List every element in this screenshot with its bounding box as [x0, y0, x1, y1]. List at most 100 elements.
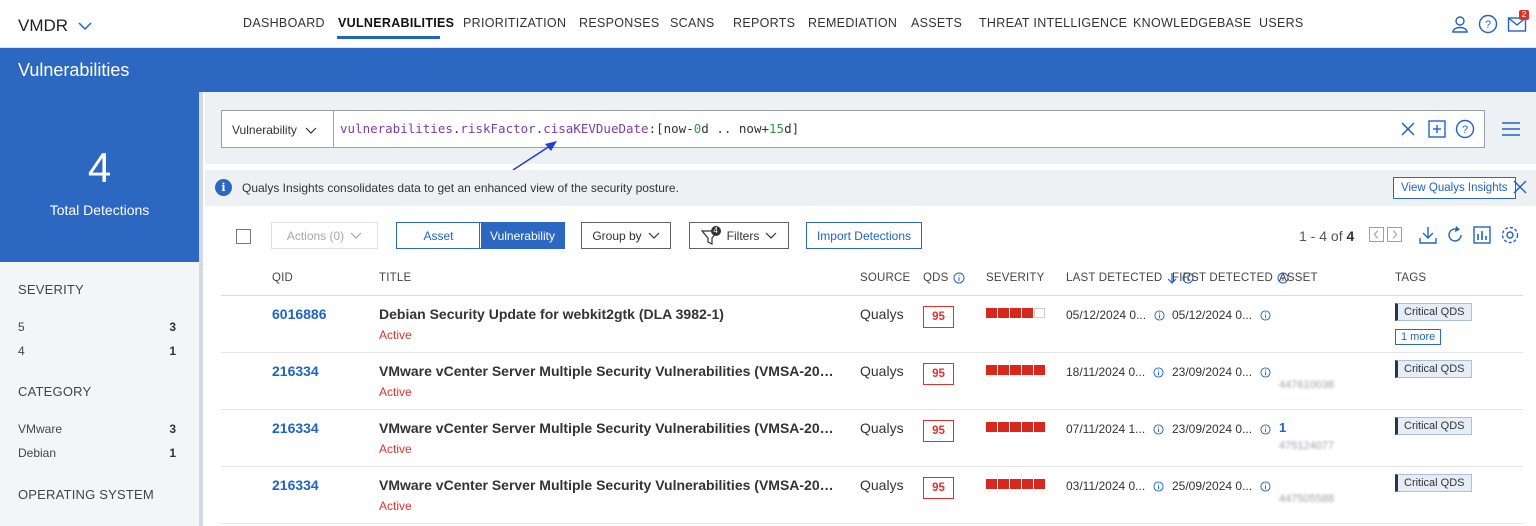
info-circle-icon — [1154, 309, 1165, 321]
qid-link[interactable]: 216334 — [272, 420, 319, 436]
help-icon[interactable]: ? — [1478, 14, 1498, 39]
info-circle-icon — [1153, 480, 1164, 492]
refresh-icon[interactable] — [1445, 225, 1465, 245]
table-row[interactable]: 216334 VMware vCenter Server Multiple Se… — [221, 467, 1523, 524]
app-switcher[interactable]: VMDR — [18, 16, 92, 36]
nav-prioritization[interactable]: PRIORITIZATION — [463, 16, 566, 30]
column-header-qid[interactable]: QID — [272, 272, 293, 284]
filters-dropdown[interactable]: 4 Filters — [689, 222, 789, 249]
nav-users[interactable]: USERS — [1259, 16, 1304, 30]
facet-row-severity-4[interactable]: 4 1 — [18, 344, 176, 358]
column-header-first-detected[interactable]: FIRST DETECTED — [1172, 272, 1289, 284]
column-header-qds[interactable]: QDS — [923, 272, 965, 284]
active-nav-indicator — [337, 36, 440, 39]
pagination-total: 4 — [1346, 228, 1355, 244]
facet-count: 1 — [169, 446, 176, 460]
report-chart-icon[interactable] — [1472, 225, 1492, 245]
nav-assets[interactable]: ASSETS — [911, 16, 962, 30]
nav-reports[interactable]: REPORTS — [733, 16, 795, 30]
table-row[interactable]: 216334 VMware vCenter Server Multiple Se… — [221, 410, 1523, 467]
app-name: VMDR — [18, 16, 69, 35]
facet-count: 3 — [169, 422, 176, 436]
tag-critical-qds[interactable]: Critical QDS — [1395, 417, 1472, 435]
notifications-icon[interactable]: 2 — [1507, 10, 1529, 39]
info-circle-icon — [1260, 423, 1271, 435]
select-all-checkbox[interactable] — [236, 229, 251, 244]
nav-threat-intelligence[interactable]: THREAT INTELLIGENCE — [979, 16, 1127, 30]
last-detected-date: 05/12/2024 0... — [1066, 308, 1165, 322]
more-tags-button[interactable]: 1 more — [1395, 329, 1442, 345]
last-detected-date: 07/11/2024 1... — [1066, 422, 1164, 436]
add-query-icon[interactable] — [1427, 119, 1447, 139]
qid-link[interactable]: 216334 — [272, 477, 319, 493]
table-header: QID TITLE SOURCE QDS SEVERITY LAST DETEC… — [221, 270, 1523, 296]
table-row[interactable]: 216334 VMware vCenter Server Multiple Se… — [221, 353, 1523, 410]
insights-banner-text: Qualys Insights consolidates data to get… — [242, 181, 679, 195]
vulnerability-title[interactable]: Debian Security Update for webkit2gtk (D… — [379, 306, 841, 322]
actions-dropdown[interactable]: Actions (0) — [271, 222, 378, 249]
insights-banner: i Qualys Insights consolidates data to g… — [205, 170, 1536, 206]
status-label: Active — [379, 385, 412, 399]
chevron-down-icon — [305, 127, 317, 134]
query-token: :[now- — [648, 121, 694, 136]
clear-search-icon[interactable] — [1398, 119, 1418, 139]
nav-responses[interactable]: RESPONSES — [579, 16, 660, 30]
settings-gear-icon[interactable] — [1500, 225, 1520, 245]
facet-label: VMware — [18, 422, 63, 436]
user-icon[interactable] — [1450, 14, 1470, 39]
first-detected-date: 25/09/2024 0... — [1172, 479, 1271, 493]
column-header-tags[interactable]: TAGS — [1395, 272, 1426, 284]
tag-critical-qds[interactable]: Critical QDS — [1395, 303, 1472, 321]
status-label: Active — [379, 442, 412, 456]
next-page-icon[interactable] — [1387, 227, 1402, 242]
nav-knowledgebase[interactable]: KNOWLEDGEBASE — [1133, 16, 1252, 30]
nav-scans[interactable]: SCANS — [670, 16, 715, 30]
facet-row-category-debian[interactable]: Debian 1 — [18, 446, 176, 460]
column-header-severity[interactable]: SEVERITY — [986, 272, 1044, 284]
facet-count: 3 — [169, 320, 176, 334]
vulnerability-title[interactable]: VMware vCenter Server Multiple Security … — [379, 477, 841, 493]
column-header-title[interactable]: TITLE — [379, 272, 411, 284]
qid-link[interactable]: 6016886 — [272, 306, 327, 322]
asset-view-tab[interactable]: Asset — [397, 223, 480, 248]
download-icon[interactable] — [1418, 225, 1438, 245]
filter-icon: 4 — [700, 225, 721, 245]
tag-critical-qds[interactable]: Critical QDS — [1395, 474, 1472, 492]
table-toolbar: Actions (0) Asset Vulnerability Group by… — [205, 220, 1536, 252]
vulnerability-view-tab[interactable]: Vulnerability — [479, 222, 565, 249]
query-help-icon[interactable]: ? — [1455, 119, 1475, 139]
vulnerability-title[interactable]: VMware vCenter Server Multiple Security … — [379, 420, 841, 436]
column-header-label: LAST DETECTED — [1066, 272, 1163, 284]
view-qualys-insights-button[interactable]: View Qualys Insights — [1393, 177, 1516, 199]
column-header-asset[interactable]: ASSET — [1279, 272, 1318, 284]
qid-link[interactable]: 216334 — [272, 363, 319, 379]
prev-page-icon[interactable] — [1369, 227, 1384, 242]
asset-link[interactable]: 1 — [1279, 420, 1286, 435]
status-label: Active — [379, 499, 412, 513]
facet-heading-operating-system: OPERATING SYSTEM — [18, 487, 154, 502]
search-type-dropdown[interactable]: Vulnerability — [222, 111, 334, 147]
search-query-input[interactable]: vulnerabilities.riskFactor.cisaKEVDueDat… — [340, 121, 799, 136]
nav-remediation[interactable]: REMEDIATION — [808, 16, 897, 30]
severity-bar — [986, 365, 1045, 375]
vulnerability-title[interactable]: VMware vCenter Server Multiple Security … — [379, 363, 841, 379]
source-label: Qualys — [860, 363, 904, 379]
column-header-source[interactable]: SOURCE — [860, 272, 910, 284]
close-icon[interactable] — [1513, 180, 1527, 194]
pagination-info: 1 - 4 of 4 — [1299, 228, 1354, 244]
tag-critical-qds[interactable]: Critical QDS — [1395, 360, 1472, 378]
query-token: d] — [784, 121, 800, 136]
source-label: Qualys — [860, 477, 904, 493]
query-token: vulnerabilities — [340, 121, 453, 136]
hamburger-menu-icon[interactable] — [1502, 122, 1520, 136]
import-detections-button[interactable]: Import Detections — [806, 222, 922, 249]
group-by-dropdown[interactable]: Group by — [581, 222, 671, 249]
info-circle-icon — [1260, 480, 1271, 492]
facet-row-category-vmware[interactable]: VMware 3 — [18, 422, 176, 436]
table-row[interactable]: 6016886 Debian Security Update for webki… — [221, 296, 1523, 353]
nav-dashboard[interactable]: DASHBOARD — [243, 16, 325, 30]
nav-vulnerabilities[interactable]: VULNERABILITIES — [338, 16, 454, 30]
facet-row-severity-5[interactable]: 5 3 — [18, 320, 176, 334]
severity-bar — [986, 308, 1045, 318]
chevron-down-icon — [765, 232, 777, 239]
